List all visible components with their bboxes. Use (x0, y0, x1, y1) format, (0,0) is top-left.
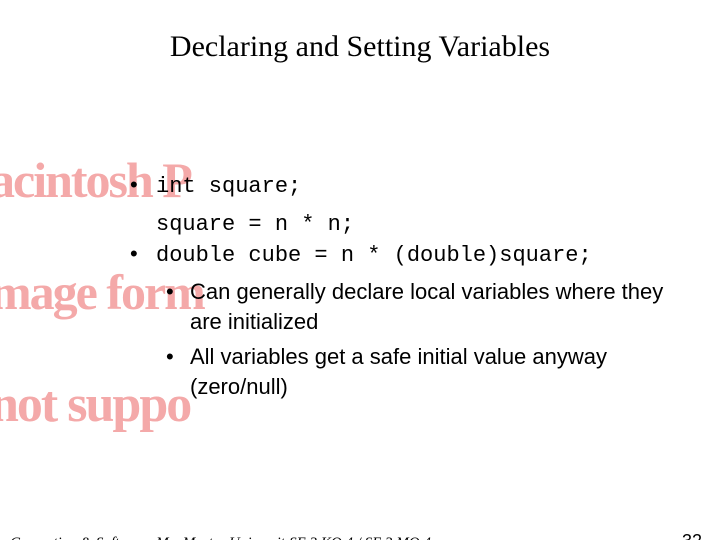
footer-left: Computing & Software, Mc. Master Univers… (10, 535, 292, 540)
bullet-1: int square; (130, 170, 680, 202)
code-line-3: double cube = n * (double)square; (156, 243, 592, 268)
slide-body: int square; square = n * n; double cube … (130, 170, 680, 408)
slide: Declaring and Setting Variables int squa… (0, 30, 720, 540)
sub-bullet-1-text: Can generally declare local variables wh… (190, 279, 663, 334)
code-line-2: square = n * n; (156, 212, 354, 237)
slide-title: Declaring and Setting Variables (0, 30, 720, 64)
sub-bullet-2: All variables get a safe initial value a… (166, 342, 680, 401)
slide-footer: Computing & Software, Mc. Master Univers… (0, 528, 720, 540)
sub-bullet-2-text: All variables get a safe initial value a… (190, 344, 607, 399)
footer-page-number: 32 (682, 531, 702, 540)
footer-center: SE 3 KO 4 / SE 3 MO 4 (289, 535, 431, 540)
sub-bullet-1: Can generally declare local variables wh… (166, 277, 680, 336)
code-line-1: int square; (156, 174, 301, 199)
bullet-2: double cube = n * (double)square; (130, 239, 680, 271)
bullet-1-continuation: square = n * n; (130, 208, 680, 240)
sub-bullets: Can generally declare local variables wh… (166, 277, 680, 402)
